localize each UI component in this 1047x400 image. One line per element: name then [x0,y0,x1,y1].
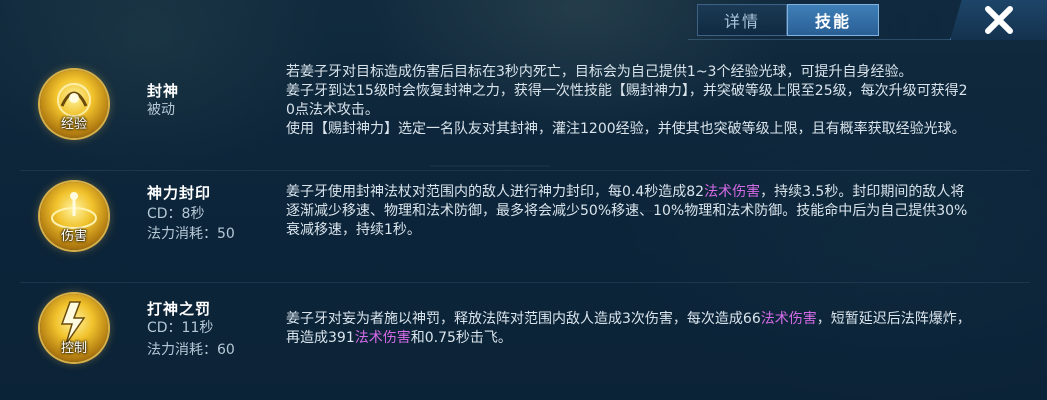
desc-line: 逐渐减少移速、物理和法术防御，最多将会减少50%移速、10%物理和法术防御。技能… [286,203,968,219]
close-x-icon [985,6,1013,34]
divider [20,282,1030,283]
skill-description: 姜子牙对妄为者施以神罚，释放法阵对范围内敌人造成3次伤害，每次造成66法术伤害，… [286,310,1036,348]
desc-line: 使用【赐封神力】选定一名队友对其封神，灌注1200经验，并使其也突破等级上限，且… [286,121,966,137]
skill-name: 打神之罚 [147,300,212,318]
tab-group: 详情 技能 [697,4,879,36]
skill-description: 若姜子牙对目标造成伤害后目标在3秒内死亡，目标会为自己提供1~3个经验光球，可提… [286,63,1036,139]
magic-damage-highlight: 法术伤害 [760,311,817,327]
desc-text: ，短暂延迟后法阵爆炸， [816,311,971,327]
skill-detail-screen: 详情 技能 经验 封神 被动 若姜子牙对目标造成伤害后目标在3秒内死亡，目标会为… [0,0,1047,400]
skill-cooldown: CD：11秒 [147,320,214,336]
skill-row-passive: 经验 封神 被动 若姜子牙对目标造成伤害后目标在3秒内死亡，目标会为自己提供1~… [0,56,1047,166]
close-button[interactable] [950,0,1047,40]
skill-type-tag: 经验 [60,117,87,132]
desc-line: 再造成391法术伤害和0.75秒击飞。 [286,329,1036,348]
tab-skills[interactable]: 技能 [787,4,879,36]
desc-text: 再造成391 [286,330,355,346]
skill-cooldown: CD：8秒 [147,206,205,222]
desc-text: 姜子牙使用封神法杖对范围内的敌人进行神力封印，每0.4秒造成82 [286,184,705,200]
skill-row-1: 伤害 神力封印 CD：8秒 法力消耗：50 姜子牙使用封神法杖对范围内的敌人进行… [0,172,1047,282]
lightning-punish-icon[interactable]: 控制 [40,294,108,362]
divider [20,170,1030,171]
skill-passive-label: 被动 [147,102,175,118]
desc-text: ，持续3.5秒。封印期间的敌人将 [760,184,965,200]
magic-damage-highlight: 法术伤害 [704,184,761,200]
desc-line: 姜子牙对妄为者施以神罚，释放法阵对范围内敌人造成3次伤害，每次造成66法术伤害，… [286,310,1036,329]
magic-damage-highlight: 法术伤害 [354,330,411,346]
seal-icon[interactable]: 伤害 [40,182,108,250]
skill-mana-cost: 法力消耗：50 [147,226,235,242]
desc-line: 衰减移速，持续1秒。 [286,222,421,238]
skill-description: 姜子牙使用封神法杖对范围内的敌人进行神力封印，每0.4秒造成82法术伤害，持续3… [286,183,1036,240]
skill-row-2: 控制 打神之罚 CD：11秒 法力消耗：60 姜子牙对妄为者施以神罚，释放法阵对… [0,286,1047,396]
desc-line: 若姜子牙对目标造成伤害后目标在3秒内死亡，目标会为自己提供1~3个经验光球，可提… [286,64,913,80]
skill-name: 封神 [147,82,180,100]
desc-line: 0点法术攻击。 [286,102,379,118]
skill-type-tag: 控制 [60,341,87,356]
tab-details[interactable]: 详情 [697,4,787,36]
desc-line: 姜子牙使用封神法杖对范围内的敌人进行神力封印，每0.4秒造成82法术伤害，持续3… [286,183,1036,202]
desc-text: 姜子牙对妄为者施以神罚，释放法阵对范围内敌人造成3次伤害，每次造成66 [286,311,761,327]
skill-mana-cost: 法力消耗：60 [147,342,235,358]
desc-text: 和0.75秒击飞。 [410,330,512,346]
exp-orb-icon[interactable]: 经验 [40,70,108,138]
skill-name: 神力封印 [147,184,212,202]
desc-line: 姜子牙到达15级时会恢复封神之力，获得一次性技能【赐封神力】，并突破等级上限至2… [286,83,968,99]
skill-type-tag: 伤害 [60,229,87,244]
